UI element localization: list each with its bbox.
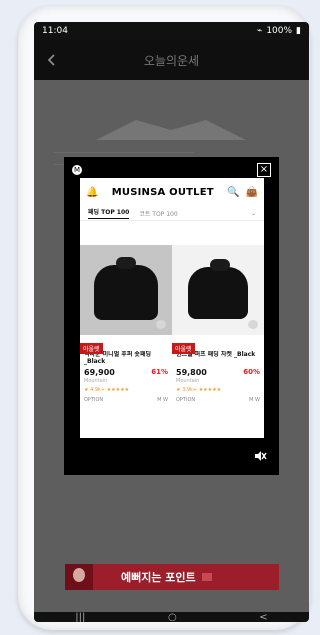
product-price: 59,800 bbox=[176, 368, 207, 377]
battery-icon: ▮ bbox=[296, 26, 301, 36]
tab-coat[interactable]: 코트 TOP 100 bbox=[139, 209, 177, 218]
back-button[interactable]: < bbox=[259, 612, 267, 623]
search-icon[interactable]: 🔍 bbox=[227, 187, 239, 198]
rating-stars: ★ 3.9k+ ★★★★★ bbox=[176, 387, 222, 393]
background-divider bbox=[54, 152, 194, 153]
product-price: 69,900 bbox=[84, 368, 115, 377]
status-bar: 11:04 ⌁ 100% ▮ bbox=[34, 22, 309, 40]
price-row: 69,900 61% bbox=[84, 368, 168, 377]
ad-badge bbox=[201, 573, 212, 581]
promo-banner[interactable]: 예뻐지는 포인트 bbox=[65, 564, 279, 590]
banner-avatar bbox=[65, 564, 93, 590]
home-button[interactable]: ○ bbox=[168, 612, 177, 623]
brand-logo-icon: M bbox=[72, 165, 82, 175]
size-label: M W bbox=[249, 397, 260, 403]
store-actions: 🔍 👜 bbox=[227, 187, 258, 198]
background-emblem bbox=[96, 120, 246, 140]
tab-padding[interactable]: 패딩 TOP 100 bbox=[88, 207, 130, 219]
outlet-tag: 아울렛 bbox=[172, 343, 195, 354]
outlet-tag: 아울렛 bbox=[80, 343, 103, 354]
product-card-1[interactable]: 아울렛 덕다운 미니멀 푸퍼 숏패딩 _Black 69,900 61% Mou… bbox=[80, 245, 172, 403]
recent-apps-button[interactable]: ||| bbox=[75, 612, 85, 623]
battery-percent: 100% bbox=[266, 26, 293, 36]
close-button[interactable]: × bbox=[257, 163, 271, 177]
size-label: M W bbox=[157, 397, 168, 403]
option-row: OPTION M W bbox=[84, 397, 168, 403]
app-screen: 11:04 ⌁ 100% ▮ 오늘의운세 M × 🔔 MUSINSA OUTLE… bbox=[34, 22, 309, 622]
option-label[interactable]: OPTION bbox=[84, 397, 103, 403]
status-time: 11:04 bbox=[42, 26, 68, 36]
status-icons: ⌁ 100% ▮ bbox=[257, 26, 301, 36]
banner-text[interactable]: 예뻐지는 포인트 bbox=[121, 569, 196, 585]
store-logo: MUSINSA OUTLET bbox=[111, 186, 214, 198]
product-card-2[interactable]: 아울렛 윈드쉘 퍼프 패딩 자켓 _Black 59,800 60% Mount… bbox=[172, 245, 264, 403]
heart-icon[interactable] bbox=[248, 320, 258, 329]
brand-name: Mountain bbox=[84, 378, 108, 384]
back-icon[interactable] bbox=[44, 52, 60, 68]
brand-name: Mountain bbox=[176, 378, 200, 384]
option-label[interactable]: OPTION bbox=[176, 397, 195, 403]
mute-icon[interactable] bbox=[253, 449, 267, 463]
bell-icon[interactable]: 🔔 bbox=[86, 187, 98, 198]
product-image-2[interactable] bbox=[172, 245, 264, 335]
jacket-icon bbox=[188, 259, 248, 319]
store-card: 🔔 MUSINSA OUTLET 🔍 👜 패딩 TOP 100 코트 TOP 1… bbox=[80, 178, 264, 438]
page-title: 오늘의운세 bbox=[143, 53, 200, 68]
ad-modal: M × 🔔 MUSINSA OUTLET 🔍 👜 패딩 TOP 100 코트 T… bbox=[64, 157, 279, 475]
category-tabs: 패딩 TOP 100 코트 TOP 100 ⌄ bbox=[80, 206, 264, 221]
product-image-1[interactable] bbox=[80, 245, 172, 335]
chevron-down-icon[interactable]: ⌄ bbox=[251, 210, 256, 217]
signal-icon: ⌁ bbox=[256, 26, 263, 36]
product-grid: 아울렛 덕다운 미니멀 푸퍼 숏패딩 _Black 69,900 61% Mou… bbox=[80, 245, 264, 403]
option-row: OPTION M W bbox=[176, 397, 260, 403]
rating-stars: ★ 4.9k+ ★★★★★ bbox=[84, 387, 130, 393]
price-row: 59,800 60% bbox=[176, 368, 260, 377]
discount-rate: 61% bbox=[151, 368, 168, 376]
app-bar: 오늘의운세 bbox=[34, 40, 309, 80]
android-nav-bar: ||| ○ < bbox=[34, 612, 309, 623]
discount-rate: 60% bbox=[243, 368, 260, 376]
heart-icon[interactable] bbox=[156, 320, 166, 329]
bag-icon[interactable]: 👜 bbox=[246, 187, 258, 198]
store-header: 🔔 MUSINSA OUTLET 🔍 👜 bbox=[80, 178, 264, 206]
jacket-icon bbox=[94, 257, 158, 320]
